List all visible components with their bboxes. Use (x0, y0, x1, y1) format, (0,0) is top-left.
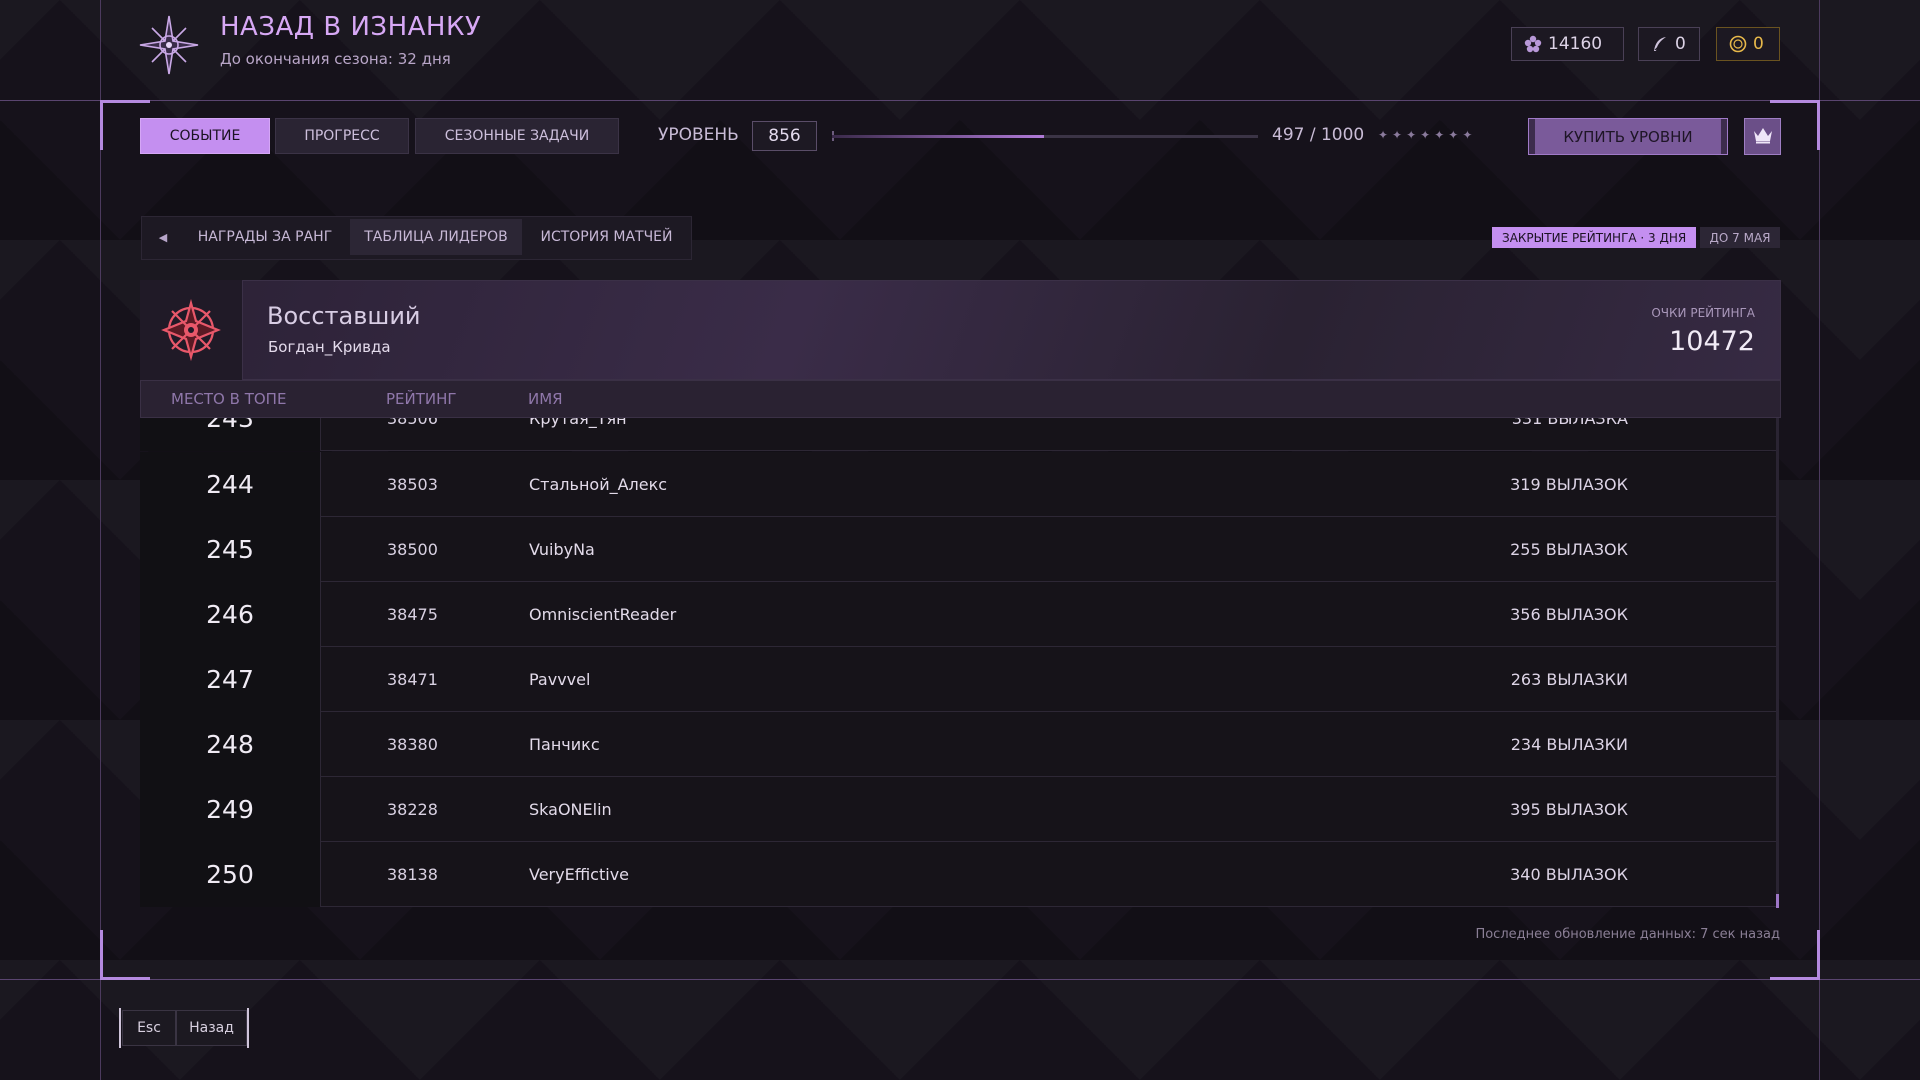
esc-key-button[interactable]: Esc (122, 1010, 176, 1046)
table-row[interactable]: 250 38138 VeryEffictive 340 ВЫЛАЗОК (140, 842, 1778, 907)
row-raids: 319 ВЫЛАЗОК (1510, 475, 1628, 494)
season-countdown: До окончания сезона: 32 дня (220, 50, 451, 68)
currency-feathers-value: 0 (1675, 34, 1686, 54)
row-place: 245 (140, 517, 321, 582)
player-name: Богдан_Кривда (268, 338, 391, 356)
event-logo-icon (138, 14, 200, 76)
table-row[interactable]: 245 38500 VuibyNa 255 ВЫЛАЗОК (140, 517, 1778, 582)
coin-icon (1729, 35, 1747, 53)
row-place: 248 (140, 712, 321, 777)
row-player-name: Стальной_Алекс (529, 475, 668, 494)
row-raids: 255 ВЫЛАЗОК (1510, 540, 1628, 559)
flower-icon (1524, 35, 1542, 53)
rating-close-badge: ЗАКРЫТИЕ РЕЙТИНГА · 3 ДНЯ (1492, 227, 1697, 248)
currency-feathers: 0 (1638, 27, 1700, 61)
subtab-match-history[interactable]: ИСТОРИЯ МАТЧЕЙ (528, 219, 685, 255)
rank-emblem-icon (140, 280, 243, 380)
tab-event[interactable]: СОБЫТИЕ (140, 118, 270, 154)
row-raids: 340 ВЫЛАЗОК (1510, 865, 1628, 884)
column-header-place[interactable]: МЕСТО В ТОПЕ (171, 390, 286, 408)
buy-levels-label: КУПИТЬ УРОВНИ (1563, 127, 1693, 146)
row-place: 247 (140, 647, 321, 712)
currency-coins: 0 (1716, 27, 1780, 61)
row-rating: 38380 (387, 735, 438, 754)
row-player-name: VeryEffictive (529, 865, 629, 884)
xp-progress-text: 497 / 1000 (1272, 125, 1365, 145)
last-update-text: Последнее обновление данных: 7 сек назад (1475, 927, 1780, 942)
row-raids: 331 ВЫЛАЗКА (1511, 418, 1628, 428)
currency-flowers: 14160 (1511, 27, 1624, 61)
premium-crown-button[interactable] (1744, 118, 1781, 155)
row-rating: 38475 (387, 605, 438, 624)
row-player-name: Панчикс (529, 735, 600, 754)
row-place: 244 (140, 452, 321, 517)
row-place: 246 (140, 582, 321, 647)
player-rating-card (140, 280, 1781, 380)
row-player-name: SkaONElin (529, 800, 612, 819)
back-button[interactable]: Назад (176, 1010, 247, 1046)
row-player-name: Крутая_Тян (529, 418, 627, 428)
subtab-rank-rewards[interactable]: НАГРАДЫ ЗА РАНГ (186, 219, 344, 255)
row-player-name: Pavvvel (529, 670, 591, 689)
currency-flowers-value: 14160 (1548, 34, 1603, 54)
row-raids: 395 ВЫЛАЗОК (1510, 800, 1628, 819)
row-player-name: OmniscientReader (529, 605, 677, 624)
leaderboard-scrollbar[interactable] (1776, 418, 1779, 908)
level-value: 856 (752, 121, 817, 151)
scrollbar-thumb[interactable] (1776, 894, 1779, 908)
subtab-leaderboard[interactable]: ТАБЛИЦА ЛИДЕРОВ (350, 219, 522, 255)
buy-levels-button[interactable]: КУПИТЬ УРОВНИ (1528, 118, 1728, 155)
tab-progress[interactable]: ПРОГРЕСС (275, 118, 409, 154)
table-row[interactable]: 244 38503 Стальной_Алекс 319 ВЫЛАЗОК (140, 452, 1778, 517)
row-raids: 234 ВЫЛАЗКИ (1510, 735, 1628, 754)
row-rating: 38138 (387, 865, 438, 884)
leaderboard-list[interactable]: 243 38506 Крутая_Тян 331 ВЫЛАЗКА 244 385… (140, 418, 1778, 908)
level-label: УРОВЕНЬ (658, 125, 739, 145)
currency-coins-value: 0 (1753, 34, 1764, 54)
player-rank-title: Восставший (267, 302, 421, 330)
column-header-rating[interactable]: РЕЙТИНГ (386, 390, 457, 408)
row-place: 250 (140, 842, 321, 907)
subnav-back-arrow-icon[interactable]: ◀ (146, 219, 180, 255)
tab-seasonal-tasks[interactable]: СЕЗОННЫЕ ЗАДАЧИ (415, 118, 619, 154)
table-row[interactable]: 248 38380 Панчикс 234 ВЫЛАЗКИ (140, 712, 1778, 777)
page-title: НАЗАД В ИЗНАНКУ (220, 12, 482, 42)
row-raids: 263 ВЫЛАЗКИ (1510, 670, 1628, 689)
row-place: 243 (140, 418, 321, 451)
row-rating: 38503 (387, 475, 438, 494)
level-stars-icon: ✦✦✦✦✦✦✦ (1378, 128, 1477, 142)
table-row[interactable]: 246 38475 OmniscientReader 356 ВЫЛАЗОК (140, 582, 1778, 647)
rating-points-value: 10472 (1669, 326, 1755, 357)
table-row[interactable]: 243 38506 Крутая_Тян 331 ВЫЛАЗКА (140, 418, 1778, 451)
row-raids: 356 ВЫЛАЗОК (1510, 605, 1628, 624)
rating-date-badge: ДО 7 МАЯ (1700, 227, 1780, 248)
rating-points-label: ОЧКИ РЕЙТИНГА (1651, 306, 1755, 320)
row-player-name: VuibyNa (529, 540, 595, 559)
row-rating: 38500 (387, 540, 438, 559)
row-place: 249 (140, 777, 321, 842)
column-header-name[interactable]: ИМЯ (528, 390, 563, 408)
xp-progress-fill (832, 135, 1044, 138)
row-rating: 38228 (387, 800, 438, 819)
feather-icon (1651, 35, 1669, 53)
table-row[interactable]: 247 38471 Pavvvel 263 ВЫЛАЗКИ (140, 647, 1778, 712)
row-rating: 38471 (387, 670, 438, 689)
crown-icon (1752, 126, 1774, 148)
table-row[interactable]: 249 38228 SkaONElin 395 ВЫЛАЗОК (140, 777, 1778, 842)
xp-progress-bar (832, 135, 1258, 138)
row-rating: 38506 (387, 418, 438, 428)
